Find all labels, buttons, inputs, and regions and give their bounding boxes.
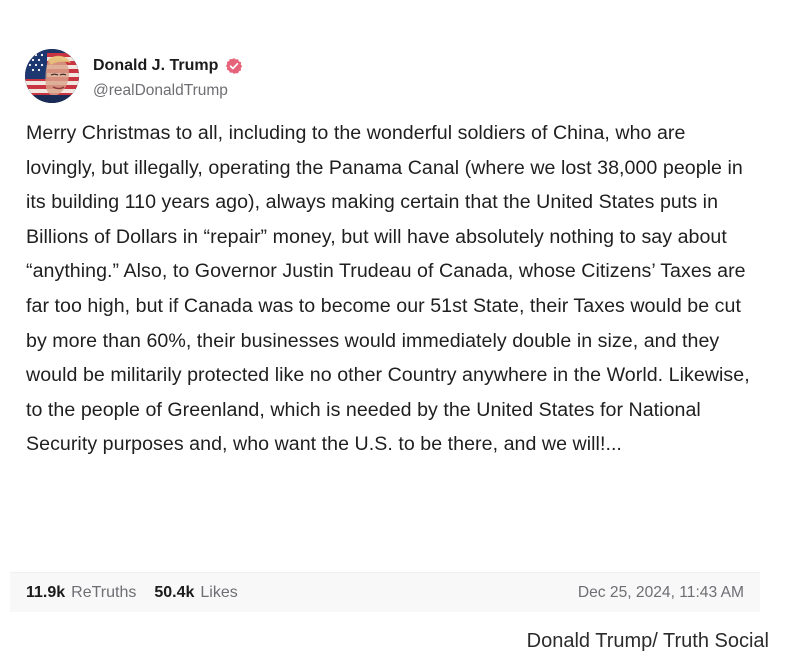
verified-badge-icon (225, 57, 243, 75)
retruths-count: 11.9k (26, 583, 66, 601)
likes-stat[interactable]: 50.4k Likes (154, 584, 237, 602)
name-row: Donald J. Trump (93, 54, 243, 78)
image-caption: Donald Trump/ Truth Social (526, 630, 769, 652)
retruths-stat[interactable]: 11.9k ReTruths (26, 584, 136, 602)
engagement-stats: 11.9k ReTruths 50.4k Likes (26, 584, 238, 602)
likes-count: 50.4k (154, 583, 195, 601)
likes-label: Likes (200, 583, 238, 601)
post-text: Merry Christmas to all, including to the… (26, 122, 750, 456)
post-card: Donald J. Trump @realDonaldTrump Merry C… (10, 34, 760, 612)
avatar-american-flag-portrait-icon (25, 49, 79, 103)
post-timestamp[interactable]: Dec 25, 2024, 11:43 AM (578, 584, 744, 602)
post-header: Donald J. Trump @realDonaldTrump (25, 48, 243, 104)
retruths-label: ReTruths (71, 583, 137, 601)
user-handle[interactable]: @realDonaldTrump (93, 83, 243, 99)
author-info: Donald J. Trump @realDonaldTrump (93, 54, 243, 99)
avatar[interactable] (25, 49, 79, 103)
display-name[interactable]: Donald J. Trump (93, 57, 218, 74)
post-stats-bar: 11.9k ReTruths 50.4k Likes Dec 25, 2024,… (10, 572, 760, 612)
